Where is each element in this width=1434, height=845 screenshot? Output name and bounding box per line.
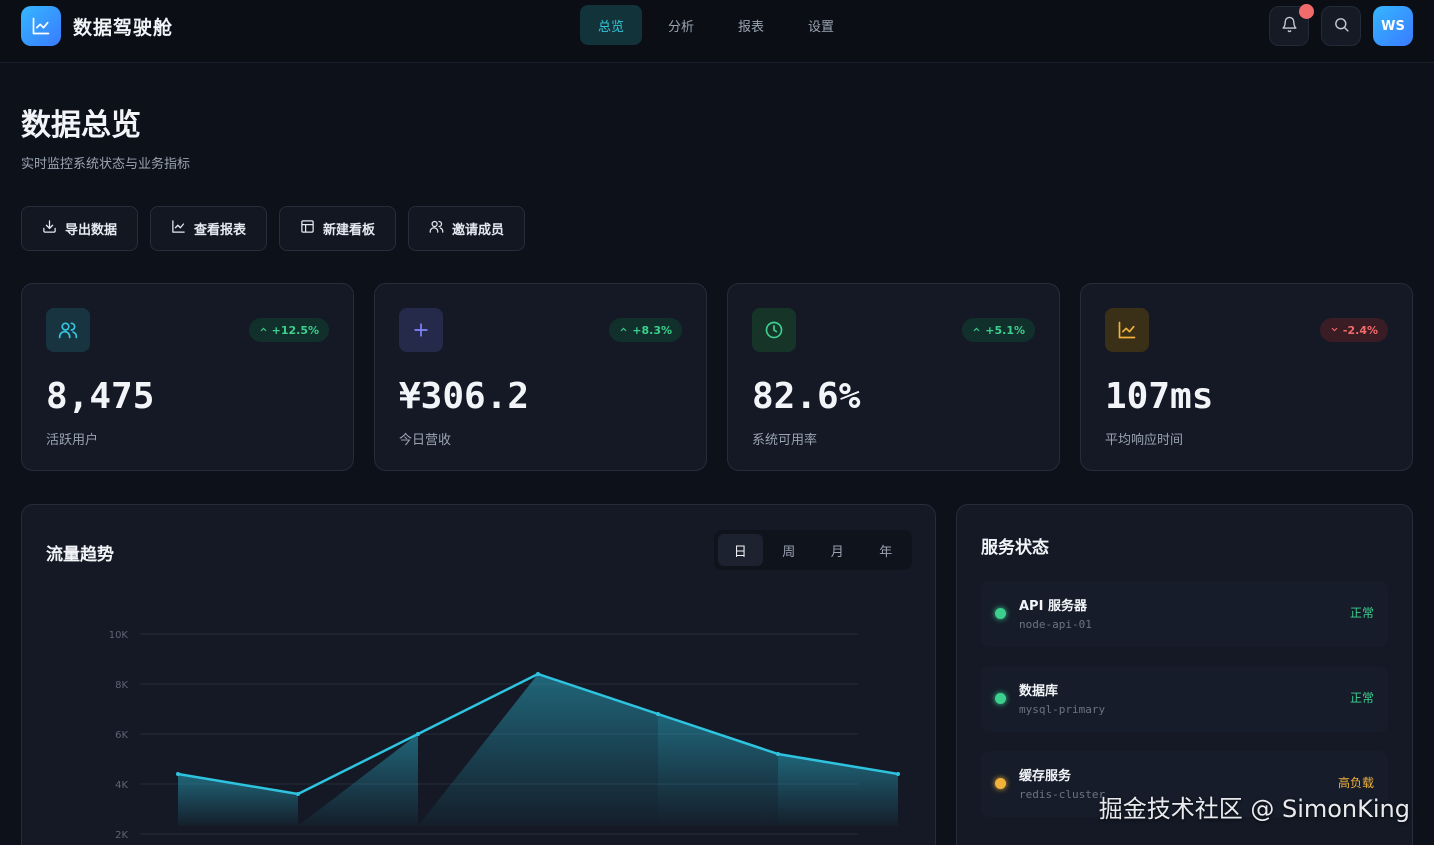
area-segment — [178, 774, 298, 826]
stat-value: 82.6% — [752, 376, 861, 417]
export-data-button[interactable]: 导出数据 — [21, 206, 139, 251]
area-segment — [538, 674, 658, 826]
users-icon — [429, 219, 444, 238]
service-host: mysql-primary — [1019, 703, 1106, 716]
data-point[interactable] — [776, 752, 780, 756]
view-report-label: 查看报表 — [194, 223, 247, 238]
stat-label: 今日营收 — [399, 433, 452, 448]
nav-item-analysis[interactable]: 分析 — [650, 5, 712, 45]
change-badge: -2.4% — [1319, 318, 1388, 342]
new-board-button[interactable]: 新建看板 — [279, 206, 397, 251]
notification-dot — [1299, 4, 1314, 19]
change-badge: +12.5% — [248, 318, 329, 342]
change-value: +5.1% — [985, 323, 1025, 337]
y-tick-label: 8K — [115, 680, 128, 691]
traffic-chart: 10K 8K 6K 4K 2K — [109, 630, 900, 841]
service-item[interactable]: 数据库 mysql-primary 正常 — [981, 666, 1388, 732]
y-tick-label: 6K — [115, 730, 128, 741]
download-icon — [42, 219, 57, 238]
data-point[interactable] — [296, 792, 300, 796]
y-tick-label: 2K — [115, 830, 128, 841]
stat-label: 活跃用户 — [46, 433, 99, 448]
y-tick-label: 4K — [115, 780, 128, 791]
chevron-down-icon — [1330, 324, 1339, 337]
nav-item-reports[interactable]: 报表 — [720, 5, 782, 45]
change-value: -2.4% — [1342, 323, 1378, 337]
area-segment — [298, 734, 418, 826]
watermark: 掘金技术社区 @ SimonKing — [1098, 795, 1410, 823]
action-bar: 导出数据 查看报表 新建看板 邀请成员 — [21, 206, 526, 251]
y-tick-label: 10K — [109, 630, 129, 641]
stat-label: 平均响应时间 — [1105, 433, 1184, 448]
traffic-chart-card: 流量趋势 日 周 月 年 10K 8K 6K 4K 2K — [21, 504, 936, 845]
change-badge: +8.3% — [609, 318, 682, 342]
data-point[interactable] — [416, 732, 420, 736]
change-value: +12.5% — [271, 323, 319, 337]
service-name: 数据库 — [1019, 684, 1059, 699]
status-badge: 正常 — [1349, 691, 1374, 705]
page-title: 数据总览 — [21, 108, 141, 143]
area-segment — [418, 674, 538, 826]
area-segment — [658, 714, 778, 826]
data-point[interactable] — [896, 772, 900, 776]
service-name: 缓存服务 — [1019, 769, 1072, 784]
stat-value: ¥306.2 — [399, 376, 530, 417]
data-point[interactable] — [536, 672, 540, 676]
invite-member-button[interactable]: 邀请成员 — [408, 206, 526, 251]
notifications-button[interactable] — [1269, 4, 1314, 46]
stat-card-revenue[interactable]: +8.3% ¥306.2 今日营收 — [374, 283, 707, 471]
brand[interactable]: 数据驾驶舱 — [21, 6, 173, 46]
change-badge: +5.1% — [962, 318, 1035, 342]
plus-icon — [399, 308, 443, 352]
chevron-up-icon — [972, 324, 981, 337]
stat-label: 系统可用率 — [752, 433, 818, 448]
chart-line-icon — [171, 219, 186, 238]
status-dot — [995, 693, 1006, 704]
status-dot — [995, 608, 1006, 619]
page-subtitle: 实时监控系统状态与业务指标 — [21, 157, 191, 172]
nav-item-settings[interactable]: 设置 — [790, 5, 852, 45]
data-point[interactable] — [656, 712, 660, 716]
data-point[interactable] — [176, 772, 180, 776]
top-bar: 数据驾驶舱 总览 分析 报表 设置 WS — [0, 0, 1434, 63]
search-icon — [1333, 16, 1350, 37]
stat-card-active-users[interactable]: +12.5% 8,475 活跃用户 — [21, 283, 354, 471]
users-icon — [46, 308, 90, 352]
view-report-button[interactable]: 查看报表 — [150, 206, 268, 251]
stat-card-availability[interactable]: +5.1% 82.6% 系统可用率 — [727, 283, 1060, 471]
brand-name: 数据驾驶舱 — [73, 16, 174, 39]
bell-icon — [1281, 16, 1298, 37]
clock-icon — [752, 308, 796, 352]
top-actions: WS — [1269, 4, 1413, 46]
status-badge: 正常 — [1349, 606, 1374, 620]
change-value: +8.3% — [632, 323, 672, 337]
service-name: API 服务器 — [1019, 599, 1087, 614]
invite-member-label: 邀请成员 — [452, 223, 505, 238]
chevron-up-icon — [259, 324, 268, 337]
layout-icon — [300, 219, 315, 238]
avatar[interactable]: WS — [1373, 6, 1413, 46]
stat-value: 107ms — [1105, 376, 1214, 417]
chart-line-icon — [1105, 308, 1149, 352]
stat-value: 8,475 — [46, 376, 155, 417]
export-data-label: 导出数据 — [65, 223, 118, 238]
stat-card-response-time[interactable]: -2.4% 107ms 平均响应时间 — [1080, 283, 1413, 471]
chart-line-icon — [21, 6, 61, 46]
search-button[interactable] — [1321, 6, 1361, 46]
service-title: 服务状态 — [981, 538, 1049, 558]
main-nav: 总览 分析 报表 设置 — [580, 5, 852, 45]
chevron-up-icon — [619, 324, 628, 337]
new-board-label: 新建看板 — [323, 223, 376, 238]
nav-item-overview[interactable]: 总览 — [580, 5, 643, 45]
service-host: redis-cluster — [1019, 788, 1106, 801]
service-item[interactable]: API 服务器 node-api-01 正常 — [981, 581, 1388, 647]
status-dot — [995, 778, 1006, 789]
service-host: node-api-01 — [1019, 618, 1092, 631]
